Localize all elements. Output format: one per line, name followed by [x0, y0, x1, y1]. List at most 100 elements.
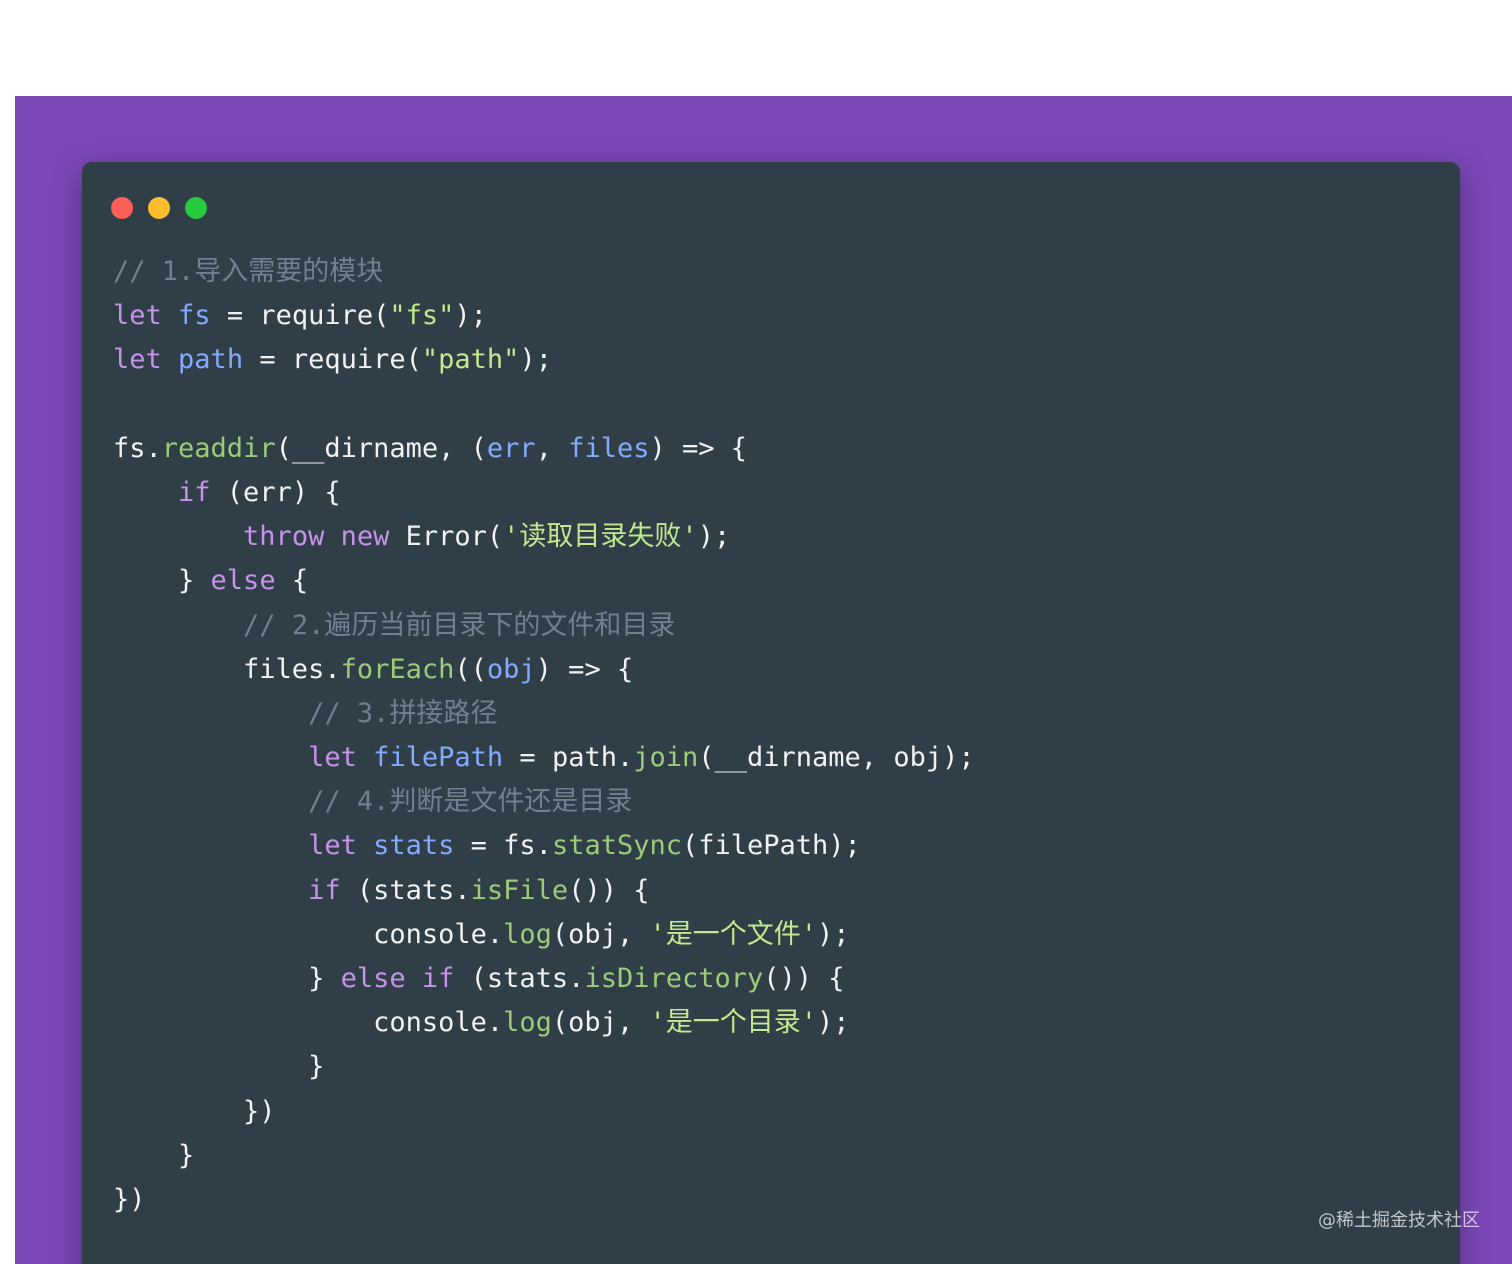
code-token-plain: ((	[454, 653, 487, 685]
code-token-plain: })	[113, 1183, 146, 1215]
maximize-dot-icon[interactable]	[185, 197, 207, 219]
code-line: let fs = require("fs");	[113, 294, 975, 338]
code-token-plain: = require(	[243, 344, 422, 376]
code-token-method: join	[633, 742, 699, 774]
code-token-plain: (stats.	[454, 963, 585, 994]
code-token-comment: // 1.导入需要的模块	[113, 256, 384, 287]
code-token-plain: ()) {	[568, 874, 650, 906]
code-token-keyword: let	[308, 742, 357, 774]
code-token-plain: }	[113, 565, 211, 597]
minimize-dot-icon[interactable]	[148, 197, 170, 219]
code-block: // 1.导入需要的模块 let fs = require("fs"); let p…	[113, 250, 975, 1222]
code-token-variable: obj	[486, 653, 536, 685]
close-dot-icon[interactable]	[111, 197, 133, 219]
code-token-plain: (filePath);	[682, 830, 861, 862]
code-line: fs.readdir(__dirname, (err, files) => {	[113, 427, 975, 471]
code-token-method: statSync	[551, 830, 682, 862]
code-token-string: '是一个目录'	[649, 1007, 817, 1039]
code-token-plain: );	[816, 918, 850, 950]
purple-background-frame: // 1.导入需要的模块 let fs = require("fs"); let p…	[15, 96, 1512, 1264]
code-token-keyword: if	[178, 476, 211, 508]
code-line: let filePath = path.join(__dirname, obj)…	[113, 736, 975, 780]
code-token-comment: // 4.判断是文件还是目录	[308, 786, 633, 818]
code-token-method: readdir	[161, 432, 276, 464]
code-token-comment: // 2.遍历当前目录下的文件和目录	[243, 609, 676, 641]
code-line: }	[113, 1134, 975, 1178]
code-line: })	[113, 1178, 975, 1222]
code-token-keyword: let	[113, 344, 162, 376]
code-token-plain: }	[113, 1139, 195, 1171]
code-token-keyword: if	[308, 874, 341, 906]
code-token-plain: = require(	[210, 300, 390, 332]
code-line: let path = require("path");	[113, 338, 975, 382]
code-token-keyword: else	[210, 565, 276, 597]
code-token-keyword: let	[308, 830, 357, 862]
code-token-keyword: new	[340, 521, 390, 553]
code-token-method: isFile	[470, 874, 569, 906]
code-token-string: "path"	[421, 344, 520, 376]
code-token-keyword: throw	[243, 521, 325, 553]
code-line: }	[113, 1045, 975, 1089]
code-token-plain: fs.	[113, 432, 162, 464]
code-window: // 1.导入需要的模块 let fs = require("fs"); let p…	[82, 162, 1460, 1264]
code-line: // 2.遍历当前目录下的文件和目录	[113, 604, 975, 648]
code-token-variable: path	[178, 344, 244, 376]
code-token-plain: = fs.	[454, 830, 552, 862]
code-line: if (stats.isFile()) {	[113, 869, 975, 913]
code-token-variable: fs	[178, 300, 211, 332]
code-token-plain: }	[113, 1051, 325, 1083]
code-token-plain: = path.	[503, 742, 634, 774]
code-token-plain: ) => {	[649, 432, 748, 464]
code-line: } else if (stats.isDirectory()) {	[113, 957, 975, 1001]
code-token-string: "fs"	[389, 300, 455, 332]
code-token-variable: err	[486, 432, 536, 464]
code-token-string: '是一个文件'	[649, 918, 817, 950]
code-token-plain: );	[454, 300, 487, 332]
code-token-plain: Error(	[389, 521, 504, 553]
code-token-plain: (__dirname, (	[275, 432, 487, 464]
code-token-plain: ) => {	[535, 653, 634, 685]
code-line: if (err) {	[113, 471, 975, 515]
code-token-plain: (obj,	[551, 1007, 650, 1039]
code-token-string: '读取目录失败'	[503, 521, 698, 553]
code-token-method: forEach	[340, 653, 455, 685]
window-controls	[111, 197, 207, 219]
code-token-plain: (obj,	[551, 918, 650, 950]
code-line: throw new Error('读取目录失败');	[113, 515, 975, 559]
code-token-keyword: else	[340, 963, 406, 994]
code-token-plain: ,	[535, 432, 569, 464]
code-token-plain: (err) {	[210, 476, 341, 508]
code-token-plain: (__dirname, obj);	[698, 742, 975, 774]
code-line: // 1.导入需要的模块	[113, 250, 975, 294]
code-token-method: log	[503, 1007, 552, 1039]
code-token-variable: files	[568, 432, 650, 464]
watermark: @稀土掘金技术社区	[1318, 1210, 1480, 1231]
code-token-method: isDirectory	[584, 963, 764, 994]
code-line: files.forEach((obj) => {	[113, 648, 975, 692]
code-line: console.log(obj, '是一个文件');	[113, 913, 975, 957]
code-line: } else {	[113, 559, 975, 603]
code-token-plain: console.	[113, 1007, 504, 1039]
code-token-plain: );	[816, 1007, 850, 1039]
code-token-plain: files.	[113, 653, 341, 685]
code-token-variable: stats	[373, 830, 455, 862]
code-token-keyword: let	[113, 300, 162, 332]
code-token-plain: (stats.	[340, 874, 471, 906]
code-token-plain: }	[113, 963, 341, 994]
code-token-plain: })	[113, 1095, 276, 1127]
code-token-variable: filePath	[373, 742, 504, 774]
code-token-comment: // 3.拼接路径	[308, 697, 498, 729]
